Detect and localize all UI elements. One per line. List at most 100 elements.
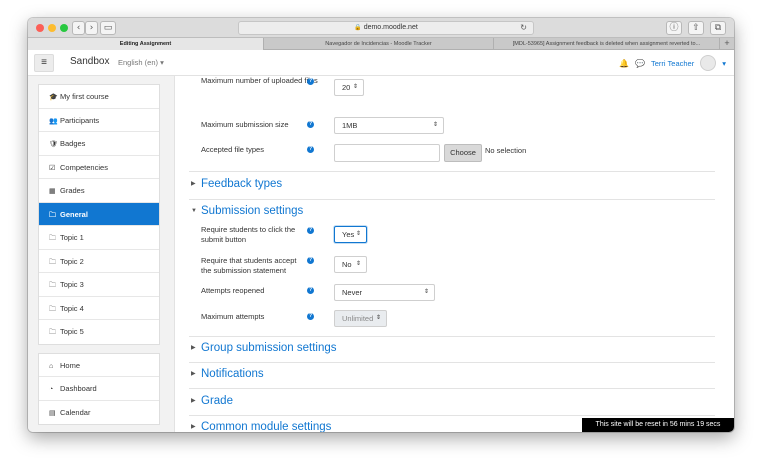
chevron-down-icon: ▼ [191, 208, 197, 214]
sidebar-item-label: Grades [60, 186, 85, 195]
sidebar-item-participants[interactable]: 👥 Participants [39, 109, 159, 132]
hamburger-menu-icon[interactable]: ≡ [34, 54, 54, 72]
select-value: Never [342, 288, 363, 297]
sidebar-item-label: Competencies [60, 162, 108, 172]
avatar[interactable] [700, 55, 717, 71]
label-line: Require that students accept [201, 256, 297, 265]
select-value: Yes [342, 230, 355, 239]
page-body: 🎓 My first course 👥 Participants 🛡 Badges ☑… [28, 76, 734, 432]
attempts-reopened-label: Attempts reopened [201, 286, 265, 295]
sidebar-item-general[interactable]: 🗀 General [39, 202, 159, 226]
chevron-right-icon: ▶ [191, 424, 196, 430]
sidebar-item-topic-4[interactable]: 🗀 Topic 4 [39, 297, 159, 320]
sidebar-item-label: Home [60, 360, 81, 370]
select-value: No [342, 260, 352, 269]
section-grade[interactable]: ▶ Grade [191, 395, 233, 407]
file-types-input[interactable] [334, 144, 440, 162]
section-common-module[interactable]: ▶ Common module settings [191, 421, 331, 432]
section-submission-settings[interactable]: ▼ Submission settings [191, 205, 303, 217]
tab-label: Navegador de Incidencias - Moodle Tracke… [325, 41, 432, 47]
sidebar-item-label: Topic 3 [60, 280, 84, 289]
address-bar[interactable]: 🔒 demo.moodle.net ↻ [238, 21, 534, 35]
sidebar-item-grades[interactable]: ▦ Grades [39, 179, 159, 203]
sidebar-item-label: General [60, 209, 88, 219]
folder-icon: 🗀 [49, 211, 56, 219]
forward-button[interactable]: › [85, 21, 98, 35]
sidebar-item-label: Calendar [60, 407, 91, 417]
section-title: Grade [201, 395, 233, 407]
close-window-button[interactable] [36, 24, 44, 32]
user-nav: 🔔 💬 Terri Teacher ▾ [619, 54, 726, 72]
max-files-label: Maximum number of uploaded files [201, 76, 318, 85]
sidebar-toggle-icon[interactable]: ▭ [100, 21, 116, 35]
require-click-select[interactable]: Yes ⇕ [334, 226, 367, 243]
shield-icon: 🛡 [49, 141, 58, 148]
max-size-select[interactable]: 1MB ⇕ [334, 117, 444, 134]
tab-moodle-tracker[interactable]: Navegador de Incidencias - Moodle Tracke… [264, 38, 494, 50]
help-icon[interactable]: ? [307, 146, 314, 153]
tabs-overview-icon[interactable]: ⧉ [710, 21, 726, 35]
chevron-updown-icon: ⇕ [355, 261, 361, 267]
divider [189, 415, 715, 416]
attempts-reopened-select[interactable]: Never ⇕ [334, 284, 435, 301]
back-button[interactable]: ‹ [72, 21, 85, 35]
sidebar-item-topic-1[interactable]: 🗀 Topic 1 [39, 226, 159, 250]
user-name[interactable]: Terri Teacher [651, 59, 694, 68]
sidebar-item-topic-3[interactable]: 🗀 Topic 3 [39, 273, 159, 297]
sidebar-item-topic-5[interactable]: 🗀 Topic 5 [39, 320, 159, 344]
sidebar-item-my-first-course[interactable]: 🎓 My first course [39, 85, 159, 109]
help-icon[interactable]: ? [307, 227, 314, 234]
max-files-select[interactable]: 20 ⇕ [334, 79, 364, 96]
sidebar-item-calendar[interactable]: ▤ Calendar [39, 401, 159, 425]
section-group-submission[interactable]: ▶ Group submission settings [191, 342, 337, 354]
file-types-status: No selection [485, 146, 527, 155]
sidebar-item-dashboard[interactable]: ◔ Dashboard [39, 377, 159, 401]
sidebar-item-competencies[interactable]: ☑ Competencies [39, 156, 159, 179]
folder-icon: 🗀 [49, 282, 56, 289]
section-notifications[interactable]: ▶ Notifications [191, 368, 264, 380]
section-feedback-types[interactable]: ▶ Feedback types [191, 178, 282, 190]
reload-icon[interactable]: ↻ [520, 22, 527, 34]
max-attempts-select: Unlimited ⇕ [334, 310, 387, 327]
folder-icon: 🗀 [49, 258, 56, 266]
file-types-label: Accepted file types [201, 145, 264, 154]
info-icon[interactable]: ⓘ [666, 21, 682, 35]
course-nav: 🎓 My first course 👥 Participants 🛡 Badges ☑… [38, 84, 160, 345]
title-bar: ‹ › ▭ 🔒 demo.moodle.net ↻ ⓘ ⇧ ⧉ [28, 18, 734, 38]
help-icon[interactable]: ? [307, 257, 314, 264]
user-menu-caret[interactable]: ▾ [722, 59, 726, 68]
help-icon[interactable]: ? [307, 287, 314, 294]
label-line: the submission statement [201, 266, 287, 275]
minimize-window-button[interactable] [48, 24, 56, 32]
choose-button[interactable]: Choose [444, 144, 482, 162]
sidebar-item-badges[interactable]: 🛡 Badges [39, 132, 159, 156]
require-accept-label: Require that students accept the submissi… [201, 256, 296, 276]
site-reset-banner: This site will be reset in 56 mins 19 se… [582, 418, 734, 432]
tab-editing-assignment[interactable]: Editing Assignment [28, 38, 264, 50]
select-value: 1MB [342, 121, 358, 130]
help-icon[interactable]: ? [307, 313, 314, 320]
share-icon[interactable]: ⇧ [688, 21, 704, 35]
nav-drawer: 🎓 My first course 👥 Participants 🛡 Badges ☑… [38, 84, 160, 432]
language-menu[interactable]: English (en) ▾ [118, 58, 164, 67]
browser-window: ‹ › ▭ 🔒 demo.moodle.net ↻ ⓘ ⇧ ⧉ Editing A… [28, 18, 734, 432]
max-attempts-label: Maximum attempts [201, 312, 265, 321]
zoom-window-button[interactable] [60, 24, 68, 32]
section-title: Notifications [201, 368, 264, 380]
sidebar-item-topic-2[interactable]: 🗀 Topic 2 [39, 250, 159, 273]
sidebar-item-home[interactable]: ⌂ Home [39, 354, 159, 377]
help-icon[interactable]: ? [307, 78, 314, 85]
chevron-updown-icon: ⇕ [355, 231, 361, 237]
select-value: Unlimited [342, 314, 374, 323]
moodle-navbar: ≡ Sandbox English (en) ▾ 🔔 💬 Terri Teach… [28, 50, 734, 76]
site-name[interactable]: Sandbox [70, 56, 109, 67]
require-accept-select[interactable]: No ⇕ [334, 256, 367, 273]
chevron-right-icon: ▶ [191, 371, 196, 377]
new-tab-button[interactable]: + [720, 38, 734, 50]
bell-icon[interactable]: 🔔 [619, 59, 629, 68]
message-icon[interactable]: 💬 [635, 59, 645, 68]
help-icon[interactable]: ? [307, 121, 314, 128]
tab-mdl-issue[interactable]: [MDL-53965] Assignment feedback is delet… [494, 38, 720, 50]
chevron-updown-icon: ⇕ [432, 122, 438, 128]
sidebar-item-label: Topic 4 [60, 303, 84, 313]
